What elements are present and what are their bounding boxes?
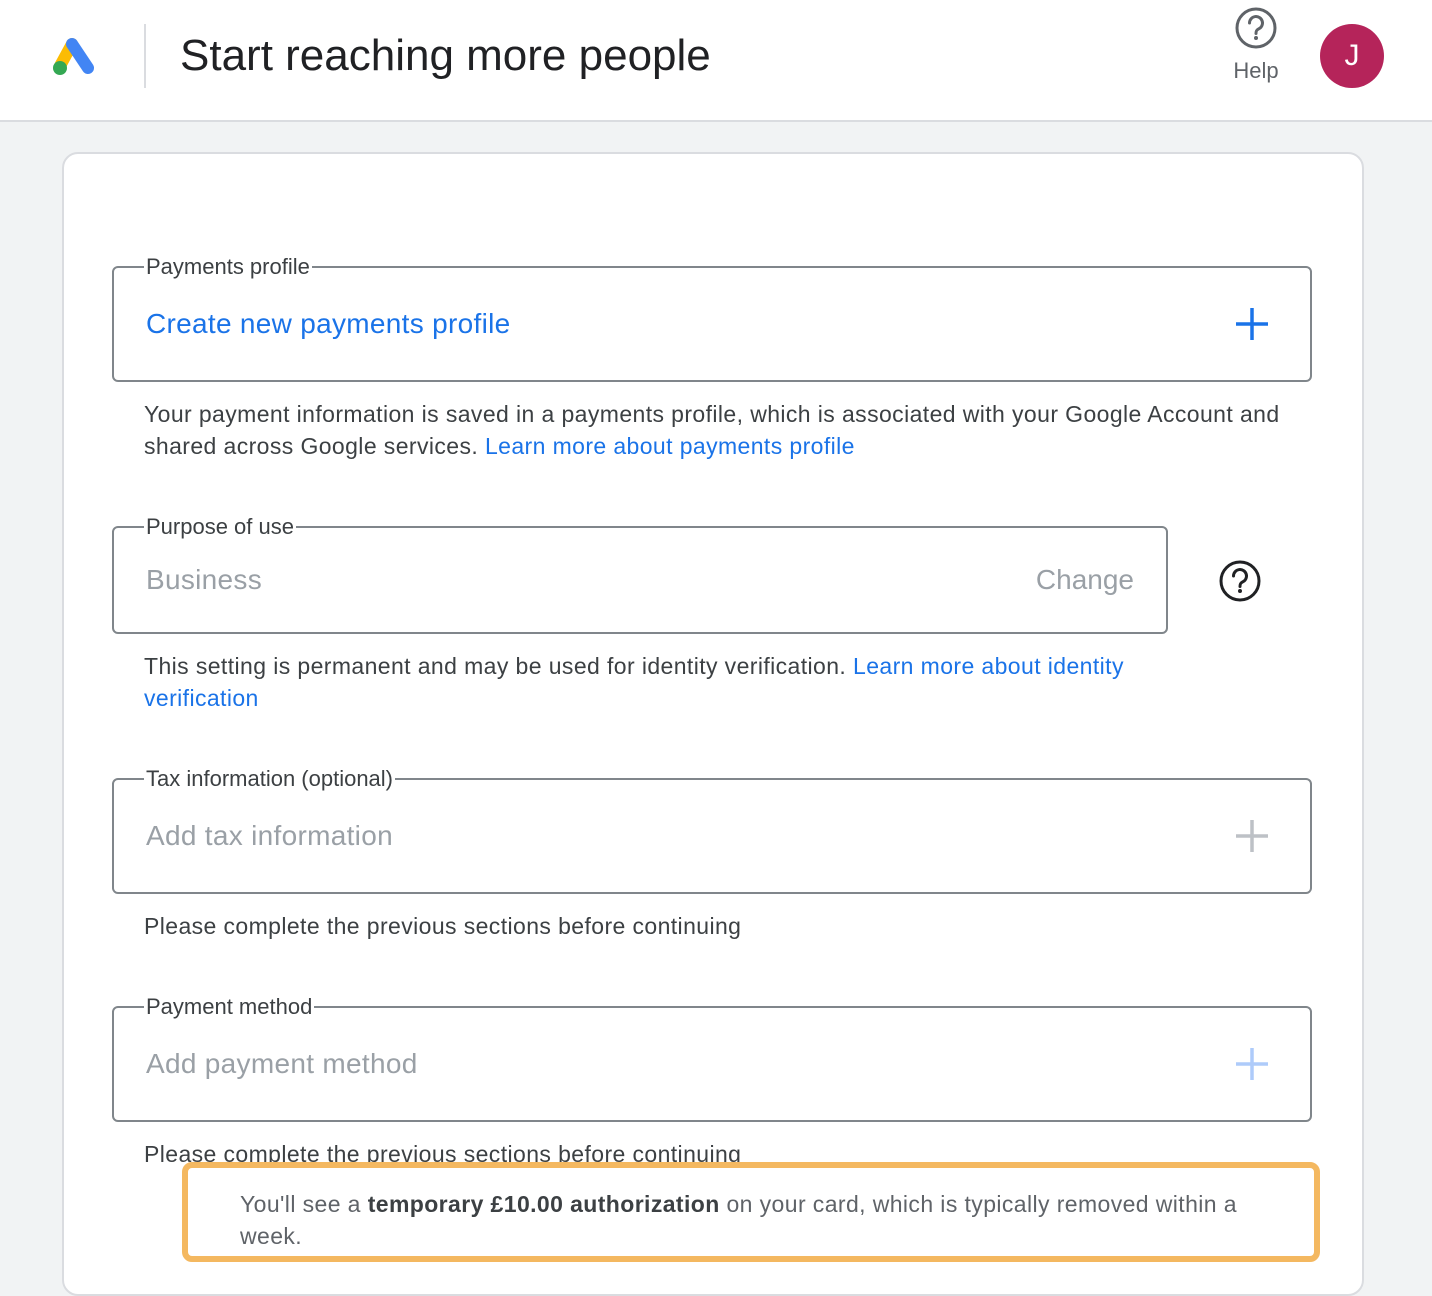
purpose-description-text: This setting is permanent and may be use… [144,653,847,679]
add-icon[interactable] [1232,816,1272,856]
notice-prefix: You'll see a [240,1191,361,1217]
help-button[interactable]: Help [1224,6,1288,96]
learn-more-payments-profile-link[interactable]: Learn more about payments profile [485,433,855,459]
create-payments-profile-link[interactable]: Create new payments profile [146,268,511,380]
help-label: Help [1233,58,1279,83]
tax-description: Please complete the previous sections be… [144,913,742,939]
authorization-notice: You'll see a temporary £10.00 authorizat… [182,1162,1320,1262]
help-icon[interactable] [1218,559,1262,603]
change-purpose-button[interactable]: Change [1036,528,1134,632]
avatar[interactable]: J [1320,24,1384,88]
add-payment-method[interactable]: Add payment method [146,1008,418,1120]
add-icon[interactable] [1232,304,1272,344]
add-tax-information[interactable]: Add tax information [146,780,393,892]
purpose-description: This setting is permanent and may be use… [144,650,1224,714]
add-icon[interactable] [1232,1044,1272,1084]
purpose-of-use-value: Business [146,564,263,595]
payments-profile-description: Your payment information is saved in a p… [144,398,1314,462]
authorization-notice-text: You'll see a temporary £10.00 authorizat… [240,1188,1300,1252]
purpose-of-use-field[interactable]: Purpose of use Business Change [112,513,1168,634]
tax-information-field[interactable]: Tax information (optional) Add tax infor… [112,765,1312,894]
payments-profile-field[interactable]: Payments profile Create new payments pro… [112,253,1312,382]
payment-method-field[interactable]: Payment method Add payment method [112,993,1312,1122]
notice-amount: temporary £10.00 authorization [367,1191,720,1217]
page-title: Start reaching more people [180,31,711,80]
google-ads-logo[interactable] [50,34,100,78]
help-icon [1235,7,1277,49]
top-bar: Start reaching more people Help J [0,0,1432,122]
header-divider [144,24,146,88]
